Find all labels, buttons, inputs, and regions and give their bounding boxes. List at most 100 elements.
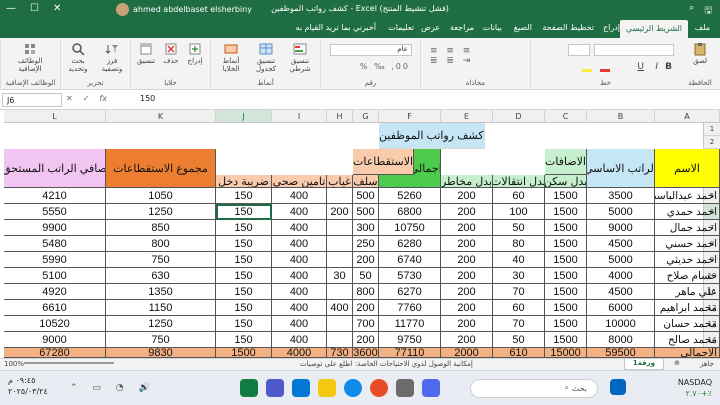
column-header-k[interactable]: K xyxy=(106,110,216,123)
cell-b10[interactable]: 4000 xyxy=(587,268,655,284)
total-h[interactable]: 730 xyxy=(327,348,353,358)
worksheet-grid[interactable]: ABCDEFGHIJKL123456789101112131415كشف روا… xyxy=(0,110,720,358)
tell-me-search[interactable]: أخبرني بما تريد القيام به xyxy=(296,23,376,32)
cell-f10[interactable]: 5730 xyxy=(379,268,441,284)
header-risk[interactable]: بدل مخاطر xyxy=(441,175,493,188)
cell-e14[interactable]: 200 xyxy=(441,332,493,348)
cell-i13[interactable]: 400 xyxy=(272,316,327,332)
cell-f8[interactable]: 6280 xyxy=(379,236,441,252)
cell-a10[interactable]: حسام صلاح xyxy=(655,268,720,284)
header-health[interactable]: تامين صحي xyxy=(272,175,327,188)
cell-f6[interactable]: 6800 xyxy=(379,204,441,220)
cell-e6[interactable]: 200 xyxy=(441,204,493,220)
cell-i12[interactable]: 400 xyxy=(272,300,327,316)
cell-e11[interactable]: 200 xyxy=(441,284,493,300)
total-k[interactable]: 9830 xyxy=(106,348,216,358)
news-widget[interactable]: NASDAQ ٢.٧٠+٪ xyxy=(678,377,712,399)
add-sheet-icon[interactable]: ⊕ xyxy=(674,359,680,367)
header-basic-salary[interactable]: الراتب الاساسي xyxy=(587,149,655,188)
cell-i8[interactable]: 400 xyxy=(272,236,327,252)
italic-icon[interactable]: I xyxy=(655,62,658,72)
cell-b11[interactable]: 4500 xyxy=(587,284,655,300)
tab-data[interactable]: بيانات xyxy=(483,23,502,32)
total-f[interactable]: 77110 xyxy=(379,348,441,358)
chrome-icon[interactable] xyxy=(370,379,388,397)
cell-f5[interactable]: 5260 xyxy=(379,188,441,204)
cell-e12[interactable]: 200 xyxy=(441,300,493,316)
teams-icon[interactable] xyxy=(266,379,284,397)
cell-a12[interactable]: محمد ابراهيم xyxy=(655,300,720,316)
cell-g10[interactable]: 50 xyxy=(353,268,379,284)
cell-d10[interactable]: 30 xyxy=(493,268,545,284)
row-header-2[interactable]: 2 xyxy=(703,136,720,149)
cell-g12[interactable]: 200 xyxy=(353,300,379,316)
cell-g6[interactable]: 500 xyxy=(353,204,379,220)
cell-d14[interactable]: 50 xyxy=(493,332,545,348)
select-all-corner[interactable] xyxy=(703,110,720,123)
taskbar-search[interactable]: بحث ⌕ xyxy=(470,379,598,398)
cell-i10[interactable]: 400 xyxy=(272,268,327,284)
cell-d9[interactable]: 40 xyxy=(493,252,545,268)
cell-k5[interactable]: 1050 xyxy=(106,188,216,204)
zoom-level[interactable]: 100% xyxy=(4,360,24,368)
cell-b8[interactable]: 4500 xyxy=(587,236,655,252)
cell-i14[interactable]: 400 xyxy=(272,332,327,348)
mail-icon[interactable] xyxy=(292,379,310,397)
cell-k13[interactable]: 1250 xyxy=(106,316,216,332)
cell-b6[interactable]: 5000 xyxy=(587,204,655,220)
store-icon[interactable] xyxy=(396,379,414,397)
cell-f7[interactable]: 10750 xyxy=(379,220,441,236)
cell-d12[interactable]: 60 xyxy=(493,300,545,316)
cell-k7[interactable]: 850 xyxy=(106,220,216,236)
cell-k9[interactable]: 750 xyxy=(106,252,216,268)
conditional-format-button[interactable]: تنسيق شرطي xyxy=(284,42,316,73)
cell-c11[interactable]: 1500 xyxy=(545,284,587,300)
find-select-button[interactable]: بحث وتحديد xyxy=(62,42,94,73)
formula-input[interactable]: 150 xyxy=(140,94,155,103)
file-explorer-icon[interactable] xyxy=(318,379,336,397)
cell-h13[interactable] xyxy=(327,316,353,332)
cell-a5[interactable]: احمد عبدالباسط xyxy=(655,188,720,204)
cell-i5[interactable]: 400 xyxy=(272,188,327,204)
tab-insert[interactable]: إدراج xyxy=(603,23,620,32)
cell-a6[interactable]: احمد حمدي xyxy=(655,204,720,220)
column-header-d[interactable]: D xyxy=(493,110,545,123)
copilot-icon[interactable] xyxy=(422,379,440,397)
cell-g13[interactable]: 700 xyxy=(353,316,379,332)
tab-review[interactable]: مراجعة xyxy=(450,23,474,32)
cell-e10[interactable]: 200 xyxy=(441,268,493,284)
column-header-l[interactable]: L xyxy=(4,110,106,123)
number-format-select[interactable]: عام xyxy=(330,44,412,56)
column-header-h[interactable]: H xyxy=(327,110,353,123)
cell-b14[interactable]: 8000 xyxy=(587,332,655,348)
cell-a13[interactable]: محمد حسان xyxy=(655,316,720,332)
total-d[interactable]: 610 xyxy=(493,348,545,358)
cell-h9[interactable] xyxy=(327,252,353,268)
column-header-f[interactable]: F xyxy=(379,110,441,123)
number-format-icons[interactable]: % ‰ ,00 xyxy=(360,62,410,71)
column-header-b[interactable]: B xyxy=(587,110,655,123)
cell-l8[interactable]: 5480 xyxy=(4,236,106,252)
tab-help[interactable]: تعليمات xyxy=(388,23,414,32)
cell-a8[interactable]: احمد حسني xyxy=(655,236,720,252)
cell-h14[interactable] xyxy=(327,332,353,348)
tab-view[interactable]: عرض xyxy=(421,23,440,32)
cell-k14[interactable]: 750 xyxy=(106,332,216,348)
cell-j14[interactable]: 150 xyxy=(216,332,272,348)
header-net[interactable]: صافي الراتب المستحق xyxy=(4,149,106,188)
cell-e7[interactable]: 200 xyxy=(441,220,493,236)
cell-k10[interactable]: 630 xyxy=(106,268,216,284)
delete-cells-button[interactable]: حذف xyxy=(160,42,182,65)
total-b[interactable]: 59500 xyxy=(587,348,655,358)
zoom-slider[interactable] xyxy=(24,362,114,364)
cell-e8[interactable]: 200 xyxy=(441,236,493,252)
header-advance[interactable]: سلف xyxy=(353,175,379,188)
cell-c5[interactable]: 1500 xyxy=(545,188,587,204)
cell-f14[interactable]: 9750 xyxy=(379,332,441,348)
cancel-icon[interactable]: ✕ xyxy=(66,94,73,103)
edge-icon[interactable] xyxy=(344,379,362,397)
cell-c12[interactable]: 1500 xyxy=(545,300,587,316)
cell-e13[interactable]: 200 xyxy=(441,316,493,332)
cell-f9[interactable]: 6740 xyxy=(379,252,441,268)
bold-icon[interactable]: B xyxy=(665,62,672,72)
